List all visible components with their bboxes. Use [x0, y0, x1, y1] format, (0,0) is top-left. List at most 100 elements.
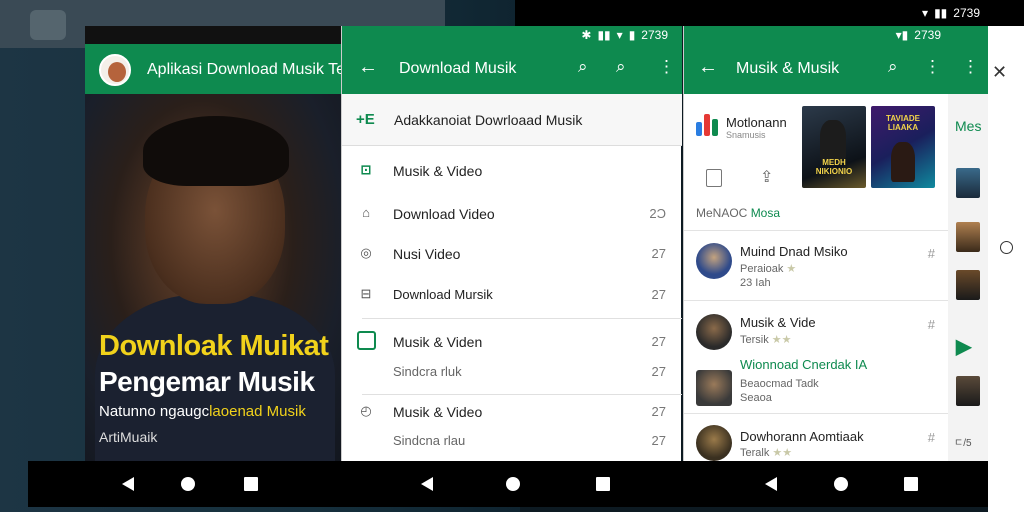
panel-partial: ⋮ Mes ▶ ㄷ/5: [948, 26, 988, 461]
thumbnail[interactable]: [956, 376, 980, 406]
status-time: 2739: [641, 28, 668, 42]
menu-item-count: 27: [651, 404, 666, 419]
system-status-bar: ▾ ▮▮ 2739: [515, 0, 1024, 26]
item-title-green[interactable]: Wionnoad Cnerdak IA: [740, 357, 867, 372]
document-icon[interactable]: [706, 169, 722, 187]
menu-item-label: Sindcna rlau: [393, 433, 466, 448]
headline-white: Pengemar Musik: [99, 366, 315, 397]
item-title[interactable]: Musik & Vide: [740, 315, 816, 330]
add-icon: +E: [356, 111, 375, 128]
more-icon[interactable]: ⋮: [924, 57, 941, 77]
status-bar: [948, 26, 988, 44]
add-download-label: Adakkanoiat Dowrloaad Musik: [394, 112, 583, 128]
clock-icon: ◴: [360, 403, 372, 418]
home-nav-icon[interactable]: [181, 477, 195, 491]
menu-item-label: Sindcra rluk: [393, 364, 462, 379]
thumbnail[interactable]: [956, 270, 980, 300]
status-time: 2739: [914, 28, 941, 42]
recents-nav-icon[interactable]: [596, 477, 610, 491]
avatar: [696, 425, 732, 461]
wifi-icon: ▾: [616, 28, 623, 42]
status-bar: ▾▮ 2739: [684, 26, 949, 44]
play-icon[interactable]: ▶: [956, 334, 971, 359]
item-title: Muind Dnad Msiko: [740, 244, 848, 259]
recents-nav-icon[interactable]: [244, 477, 258, 491]
status-time: 2739: [953, 6, 980, 20]
menu-item-label: Musik & Video: [393, 404, 483, 420]
page-title: Download Musik: [399, 60, 517, 77]
menu-item[interactable]: ⊟ Download Mursik 27: [342, 275, 682, 313]
avatar: [696, 243, 732, 279]
album-figure: [820, 120, 846, 160]
item-meta: Teralk ★★: [740, 447, 793, 459]
bluetooth-icon: ✱: [581, 28, 592, 42]
menu-item-label: Download Mursik: [393, 287, 493, 302]
menu-subitem[interactable]: Sindcna rlau 27: [342, 421, 682, 459]
menu-item-count: 27: [651, 433, 666, 448]
menu-item[interactable]: ⌂ Download Video 2Ɔ: [342, 194, 682, 232]
menu-item[interactable]: ◎ Nusi Video 27: [342, 234, 682, 272]
back-nav-icon[interactable]: [421, 477, 433, 491]
app-icon: [30, 10, 66, 40]
hair: [143, 116, 289, 186]
page-title: Musik & Musik: [736, 60, 840, 77]
side-edge: ✕: [988, 26, 1024, 512]
thumbnail[interactable]: [956, 222, 980, 252]
home-nav-icon[interactable]: [834, 477, 848, 491]
menu-subitem[interactable]: Sindcra rluk 27: [342, 352, 682, 390]
item-meta: Peraioak ★: [740, 263, 797, 275]
more-icon[interactable]: ⋮: [658, 57, 675, 77]
more-icon[interactable]: ⋮: [962, 57, 979, 77]
app-bar: ← Musik & Musik ⌕ ⋮: [684, 44, 949, 94]
item-title: Dowhorann Aomtiaak: [740, 429, 864, 444]
caption: ArtiMuaik: [99, 429, 158, 445]
menu-item[interactable]: ⊡ Musik & Video: [342, 151, 682, 189]
close-icon[interactable]: ✕: [992, 62, 1007, 83]
album-cover[interactable]: TAVIADE LIAAKA: [871, 106, 935, 188]
avatar[interactable]: [99, 54, 131, 86]
back-nav-icon[interactable]: [765, 477, 777, 491]
item-count: #: [927, 246, 935, 261]
star-rating-icon: ★★: [771, 334, 792, 346]
folder-icon: ⌂: [362, 205, 370, 220]
menu-item-count: 27: [651, 334, 666, 349]
menu-item-label: Download Video: [393, 206, 495, 222]
item-meta2: Seaoa: [740, 392, 772, 404]
search-icon-2[interactable]: ⌕: [616, 57, 626, 77]
pin-icon: ◎: [360, 245, 372, 260]
partial-rating: ㄷ/5: [954, 438, 972, 449]
panel-music-list: ▾▮ 2739 ← Musik & Musik ⌕ ⋮ Motlonann Sn…: [683, 26, 949, 461]
star-rating-icon: ★★: [772, 447, 793, 459]
share-icon[interactable]: ⇪: [760, 167, 773, 187]
back-nav-icon[interactable]: [122, 477, 134, 491]
battery-icon: ▮: [628, 28, 636, 42]
brand-name: Motlonann: [726, 115, 787, 130]
home-circle-icon[interactable]: [1000, 241, 1013, 254]
album-figure: [891, 142, 915, 182]
partial-label: Mes: [955, 118, 982, 134]
signal-icon: ▮▮: [934, 6, 948, 20]
divider: [362, 318, 682, 319]
menu-item-label: Musik & Viden: [393, 334, 483, 350]
item-meta: Tersik ★★: [740, 334, 792, 346]
list-item[interactable]: Muind Dnad Msiko Peraioak ★ 23 Iah #: [684, 231, 949, 301]
panel-download-menu: ✱ ▮▮ ▾ ▮ 2739 ← Download Musik ⌕ ⌕ ⋮ +E …: [341, 26, 682, 461]
menu-item-label: Musik & Video: [393, 163, 483, 179]
section-label: MeNAOC Mosa: [696, 206, 781, 220]
menu-item-label: Nusi Video: [393, 246, 461, 262]
add-download-row[interactable]: +E Adakkanoiat Dowrloaad Musik: [342, 94, 682, 146]
album-cover[interactable]: MEDH NIKIONIO: [802, 106, 866, 188]
menu-item-count: 27: [651, 246, 666, 261]
recents-nav-icon[interactable]: [904, 477, 918, 491]
album-title: MEDH NIKIONIO: [815, 158, 853, 176]
menu-item-count: 2Ɔ: [649, 206, 666, 221]
thumbnail: [696, 370, 732, 406]
thumbnail[interactable]: [956, 168, 980, 198]
home-nav-icon[interactable]: [506, 477, 520, 491]
back-arrow-icon[interactable]: ←: [358, 56, 378, 79]
back-arrow-icon[interactable]: ←: [698, 56, 718, 79]
search-icon[interactable]: ⌕: [888, 57, 898, 77]
search-icon[interactable]: ⌕: [578, 57, 588, 77]
status-bar: ✱ ▮▮ ▾ ▮ 2739: [342, 26, 682, 44]
signal-icon: ▮▮: [597, 28, 611, 42]
